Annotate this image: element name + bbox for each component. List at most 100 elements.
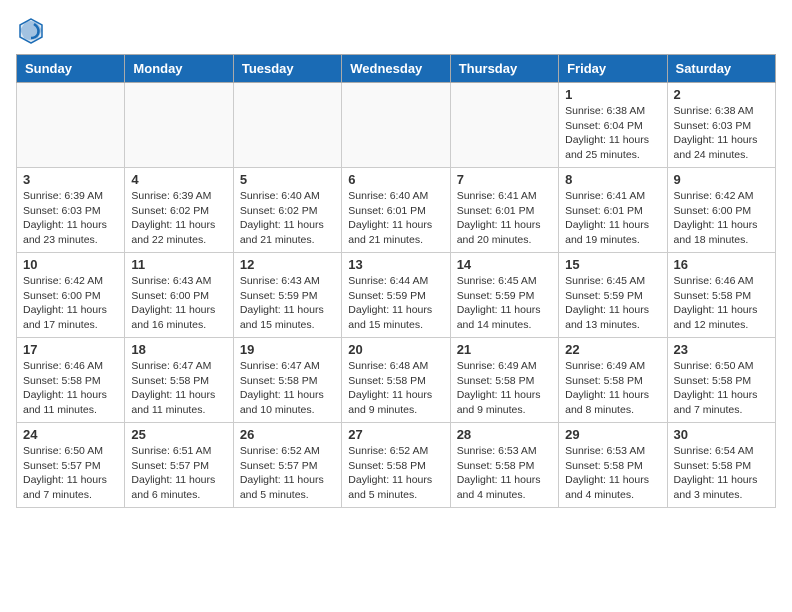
calendar-cell: 9 Sunrise: 6:42 AMSunset: 6:00 PMDaylight…: [667, 168, 775, 253]
day-info: Sunrise: 6:44 AMSunset: 5:59 PMDaylight:…: [348, 274, 443, 333]
day-number: 15: [565, 257, 660, 272]
day-info: Sunrise: 6:38 AMSunset: 6:04 PMDaylight:…: [565, 104, 660, 163]
logo-icon: [16, 16, 46, 46]
header-sunday: Sunday: [17, 55, 125, 83]
calendar-cell: 20 Sunrise: 6:48 AMSunset: 5:58 PMDayligh…: [342, 338, 450, 423]
calendar-cell: 18 Sunrise: 6:47 AMSunset: 5:58 PMDayligh…: [125, 338, 233, 423]
day-number: 8: [565, 172, 660, 187]
calendar-cell: 12 Sunrise: 6:43 AMSunset: 5:59 PMDayligh…: [233, 253, 341, 338]
day-info: Sunrise: 6:48 AMSunset: 5:58 PMDaylight:…: [348, 359, 443, 418]
day-number: 10: [23, 257, 118, 272]
day-number: 30: [674, 427, 769, 442]
day-info: Sunrise: 6:47 AMSunset: 5:58 PMDaylight:…: [240, 359, 335, 418]
day-number: 27: [348, 427, 443, 442]
day-info: Sunrise: 6:49 AMSunset: 5:58 PMDaylight:…: [457, 359, 552, 418]
header-friday: Friday: [559, 55, 667, 83]
day-info: Sunrise: 6:41 AMSunset: 6:01 PMDaylight:…: [565, 189, 660, 248]
day-number: 12: [240, 257, 335, 272]
day-number: 21: [457, 342, 552, 357]
calendar-cell: 10 Sunrise: 6:42 AMSunset: 6:00 PMDayligh…: [17, 253, 125, 338]
day-number: 4: [131, 172, 226, 187]
day-info: Sunrise: 6:42 AMSunset: 6:00 PMDaylight:…: [23, 274, 118, 333]
calendar-cell: 22Sunrise: 6:49 AMSunset: 5:58 PMDayligh…: [559, 338, 667, 423]
calendar-cell: 25 Sunrise: 6:51 AMSunset: 5:57 PMDayligh…: [125, 423, 233, 508]
calendar-cell: 1 Sunrise: 6:38 AMSunset: 6:04 PMDaylight…: [559, 83, 667, 168]
calendar-cell: 7 Sunrise: 6:41 AMSunset: 6:01 PMDaylight…: [450, 168, 558, 253]
calendar-cell: [342, 83, 450, 168]
day-info: Sunrise: 6:52 AMSunset: 5:58 PMDaylight:…: [348, 444, 443, 503]
day-number: 9: [674, 172, 769, 187]
day-number: 24: [23, 427, 118, 442]
day-number: 1: [565, 87, 660, 102]
calendar-cell: 28 Sunrise: 6:53 AMSunset: 5:58 PMDayligh…: [450, 423, 558, 508]
week-row-3: 10 Sunrise: 6:42 AMSunset: 6:00 PMDayligh…: [17, 253, 776, 338]
header-tuesday: Tuesday: [233, 55, 341, 83]
day-info: Sunrise: 6:40 AMSunset: 6:02 PMDaylight:…: [240, 189, 335, 248]
day-info: Sunrise: 6:41 AMSunset: 6:01 PMDaylight:…: [457, 189, 552, 248]
calendar-cell: 27 Sunrise: 6:52 AMSunset: 5:58 PMDayligh…: [342, 423, 450, 508]
calendar-cell: 23 Sunrise: 6:50 AMSunset: 5:58 PMDayligh…: [667, 338, 775, 423]
day-info: Sunrise: 6:47 AMSunset: 5:58 PMDaylight:…: [131, 359, 226, 418]
day-info: Sunrise: 6:45 AMSunset: 5:59 PMDaylight:…: [457, 274, 552, 333]
calendar-cell: 16Sunrise: 6:46 AMSunset: 5:58 PMDayligh…: [667, 253, 775, 338]
calendar-cell: 11 Sunrise: 6:43 AMSunset: 6:00 PMDayligh…: [125, 253, 233, 338]
day-number: 3: [23, 172, 118, 187]
day-info: Sunrise: 6:39 AMSunset: 6:02 PMDaylight:…: [131, 189, 226, 248]
logo: [16, 16, 50, 46]
day-info: Sunrise: 6:50 AMSunset: 5:58 PMDaylight:…: [674, 359, 769, 418]
day-info: Sunrise: 6:49 AMSunset: 5:58 PMDaylight:…: [565, 359, 660, 418]
day-info: Sunrise: 6:51 AMSunset: 5:57 PMDaylight:…: [131, 444, 226, 503]
day-number: 5: [240, 172, 335, 187]
day-number: 16: [674, 257, 769, 272]
calendar-cell: [125, 83, 233, 168]
day-info: Sunrise: 6:53 AMSunset: 5:58 PMDaylight:…: [457, 444, 552, 503]
day-number: 20: [348, 342, 443, 357]
header-monday: Monday: [125, 55, 233, 83]
week-row-2: 3 Sunrise: 6:39 AMSunset: 6:03 PMDaylight…: [17, 168, 776, 253]
day-info: Sunrise: 6:53 AMSunset: 5:58 PMDaylight:…: [565, 444, 660, 503]
day-number: 28: [457, 427, 552, 442]
day-info: Sunrise: 6:40 AMSunset: 6:01 PMDaylight:…: [348, 189, 443, 248]
day-info: Sunrise: 6:39 AMSunset: 6:03 PMDaylight:…: [23, 189, 118, 248]
week-row-1: 1 Sunrise: 6:38 AMSunset: 6:04 PMDaylight…: [17, 83, 776, 168]
day-number: 18: [131, 342, 226, 357]
calendar-cell: 24 Sunrise: 6:50 AMSunset: 5:57 PMDayligh…: [17, 423, 125, 508]
day-info: Sunrise: 6:50 AMSunset: 5:57 PMDaylight:…: [23, 444, 118, 503]
calendar-cell: 14 Sunrise: 6:45 AMSunset: 5:59 PMDayligh…: [450, 253, 558, 338]
day-info: Sunrise: 6:46 AMSunset: 5:58 PMDaylight:…: [23, 359, 118, 418]
day-info: Sunrise: 6:52 AMSunset: 5:57 PMDaylight:…: [240, 444, 335, 503]
calendar-cell: 6 Sunrise: 6:40 AMSunset: 6:01 PMDaylight…: [342, 168, 450, 253]
calendar-cell: 21 Sunrise: 6:49 AMSunset: 5:58 PMDayligh…: [450, 338, 558, 423]
calendar: SundayMondayTuesdayWednesdayThursdayFrid…: [16, 54, 776, 508]
header-saturday: Saturday: [667, 55, 775, 83]
day-info: Sunrise: 6:38 AMSunset: 6:03 PMDaylight:…: [674, 104, 769, 163]
day-number: 11: [131, 257, 226, 272]
week-row-4: 17Sunrise: 6:46 AMSunset: 5:58 PMDayligh…: [17, 338, 776, 423]
day-number: 14: [457, 257, 552, 272]
calendar-cell: 5 Sunrise: 6:40 AMSunset: 6:02 PMDaylight…: [233, 168, 341, 253]
day-info: Sunrise: 6:42 AMSunset: 6:00 PMDaylight:…: [674, 189, 769, 248]
calendar-cell: 2 Sunrise: 6:38 AMSunset: 6:03 PMDaylight…: [667, 83, 775, 168]
day-number: 26: [240, 427, 335, 442]
calendar-cell: 3 Sunrise: 6:39 AMSunset: 6:03 PMDaylight…: [17, 168, 125, 253]
calendar-cell: 8 Sunrise: 6:41 AMSunset: 6:01 PMDaylight…: [559, 168, 667, 253]
calendar-cell: [233, 83, 341, 168]
day-number: 7: [457, 172, 552, 187]
calendar-cell: 30 Sunrise: 6:54 AMSunset: 5:58 PMDayligh…: [667, 423, 775, 508]
calendar-cell: [450, 83, 558, 168]
day-info: Sunrise: 6:43 AMSunset: 6:00 PMDaylight:…: [131, 274, 226, 333]
calendar-cell: 19 Sunrise: 6:47 AMSunset: 5:58 PMDayligh…: [233, 338, 341, 423]
day-number: 25: [131, 427, 226, 442]
calendar-cell: 4 Sunrise: 6:39 AMSunset: 6:02 PMDaylight…: [125, 168, 233, 253]
day-number: 19: [240, 342, 335, 357]
day-number: 2: [674, 87, 769, 102]
day-number: 6: [348, 172, 443, 187]
day-info: Sunrise: 6:43 AMSunset: 5:59 PMDaylight:…: [240, 274, 335, 333]
day-number: 29: [565, 427, 660, 442]
week-row-5: 24 Sunrise: 6:50 AMSunset: 5:57 PMDayligh…: [17, 423, 776, 508]
calendar-header-row: SundayMondayTuesdayWednesdayThursdayFrid…: [17, 55, 776, 83]
day-info: Sunrise: 6:54 AMSunset: 5:58 PMDaylight:…: [674, 444, 769, 503]
day-number: 23: [674, 342, 769, 357]
day-info: Sunrise: 6:45 AMSunset: 5:59 PMDaylight:…: [565, 274, 660, 333]
header-thursday: Thursday: [450, 55, 558, 83]
